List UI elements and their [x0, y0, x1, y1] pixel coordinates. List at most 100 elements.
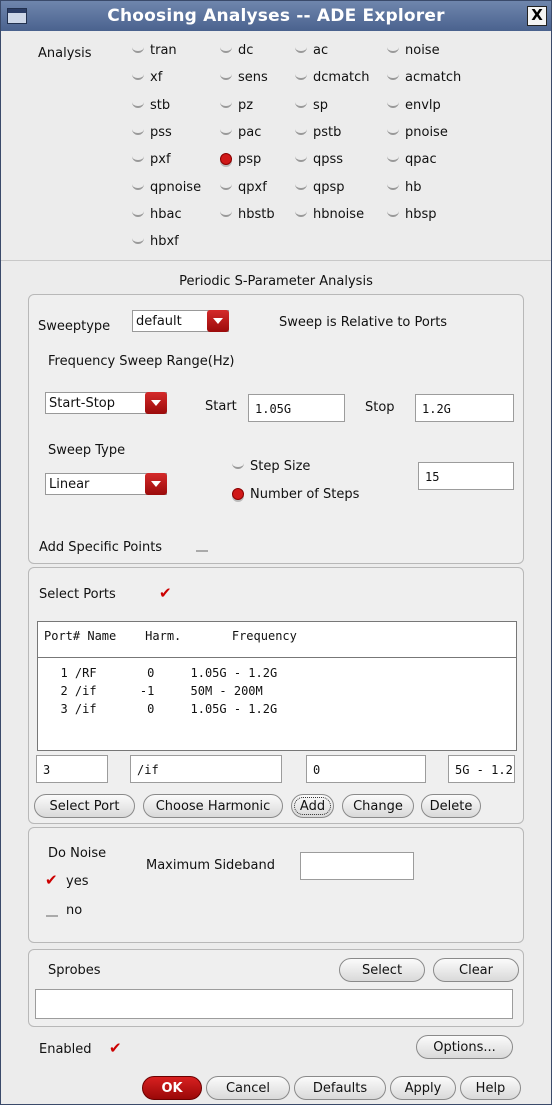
analysis-option-label: pnoise	[405, 125, 448, 140]
radio-off-icon	[387, 98, 399, 108]
analysis-radio-pxf[interactable]: pxf	[132, 152, 171, 170]
options-button[interactable]: Options...	[416, 1035, 513, 1059]
radio-off-icon	[387, 152, 399, 162]
title-bar[interactable]: Choosing Analyses -- ADE Explorer X	[1, 1, 551, 31]
sprobes-input[interactable]	[35, 989, 513, 1019]
analysis-radio-noise[interactable]: noise	[387, 43, 440, 61]
analysis-radio-pnoise[interactable]: pnoise	[387, 125, 448, 143]
radio-off-icon	[220, 180, 232, 190]
analysis-radio-qpxf[interactable]: qpxf	[220, 180, 267, 198]
radio-off-icon	[132, 98, 144, 108]
analysis-radio-qpnoise[interactable]: qpnoise	[132, 180, 201, 198]
analysis-option-label: envlp	[405, 98, 441, 113]
analysis-radio-hbnoise[interactable]: hbnoise	[295, 207, 364, 225]
select-ports-checkbox[interactable]: ✔	[159, 586, 172, 601]
sweeptype-combo[interactable]: default	[132, 310, 229, 332]
radio-off-icon	[132, 207, 144, 217]
max-sideband-label: Maximum Sideband	[146, 858, 276, 873]
radio-off-icon	[295, 70, 307, 80]
table-row[interactable]: 3 /if 0 1.05G - 1.2G	[46, 702, 277, 716]
checkbox-empty-icon	[46, 905, 58, 917]
add-points-checkbox[interactable]	[196, 540, 208, 552]
analysis-radio-sens[interactable]: sens	[220, 70, 268, 88]
analysis-radio-stb[interactable]: stb	[132, 98, 170, 116]
port-number-input[interactable]: 3	[36, 755, 108, 783]
chevron-down-icon	[145, 473, 167, 495]
analysis-radio-hbstb[interactable]: hbstb	[220, 207, 275, 225]
close-icon[interactable]: X	[527, 6, 547, 26]
radio-off-icon	[232, 459, 244, 469]
analysis-option-label: hbxf	[150, 234, 179, 249]
add-button[interactable]: Add	[291, 794, 334, 818]
sprobes-select-button[interactable]: Select	[339, 958, 425, 982]
change-button[interactable]: Change	[342, 794, 414, 818]
radio-off-icon	[220, 125, 232, 135]
analysis-radio-pss[interactable]: pss	[132, 125, 172, 143]
analysis-radio-sp[interactable]: sp	[295, 98, 328, 116]
sweeptype-label: Sweeptype	[38, 319, 111, 334]
sprobes-clear-button[interactable]: Clear	[433, 958, 519, 982]
analysis-option-label: qpss	[313, 152, 344, 167]
table-row[interactable]: 2 /if -1 50M - 200M	[46, 684, 262, 698]
defaults-button[interactable]: Defaults	[294, 1076, 386, 1100]
analysis-radio-pz[interactable]: pz	[220, 98, 253, 116]
range-mode-combo[interactable]: Start-Stop	[45, 392, 167, 414]
number-of-steps-radio[interactable]: Number of Steps	[232, 487, 359, 505]
analysis-option-label: pstb	[313, 125, 342, 140]
analysis-option-label: dcmatch	[313, 70, 370, 85]
radio-off-icon	[295, 207, 307, 217]
port-frequency-input[interactable]: 5G - 1.2	[448, 755, 515, 783]
analysis-radio-acmatch[interactable]: acmatch	[387, 70, 461, 88]
cancel-button[interactable]: Cancel	[206, 1076, 290, 1100]
freq-range-label: Frequency Sweep Range(Hz)	[48, 354, 235, 369]
start-input[interactable]: 1.05G	[248, 394, 345, 422]
analysis-radio-hb[interactable]: hb	[387, 180, 422, 198]
analysis-radio-pstb[interactable]: pstb	[295, 125, 341, 143]
port-harmonic-input[interactable]: 0	[306, 755, 426, 783]
analysis-radio-dcmatch[interactable]: dcmatch	[295, 70, 370, 88]
ok-button[interactable]: OK	[142, 1076, 202, 1100]
analysis-radio-xf[interactable]: xf	[132, 70, 162, 88]
sweep-frame	[28, 294, 524, 564]
analysis-option-label: sens	[238, 70, 268, 85]
table-row[interactable]: 1 /RF 0 1.05G - 1.2G	[46, 666, 277, 680]
sweep-type-combo[interactable]: Linear	[45, 473, 167, 495]
analysis-option-label: qpxf	[238, 180, 267, 195]
analysis-radio-qpsp[interactable]: qpsp	[295, 180, 345, 198]
analysis-radio-hbac[interactable]: hbac	[132, 207, 182, 225]
step-size-radio[interactable]: Step Size	[232, 459, 310, 477]
stop-input[interactable]: 1.2G	[415, 394, 514, 422]
analysis-option-label: pz	[238, 98, 254, 113]
analysis-option-label: hbac	[150, 207, 182, 222]
enabled-checkbox[interactable]: ✔	[109, 1041, 122, 1056]
analysis-option-label: ac	[313, 43, 329, 58]
chevron-down-icon	[145, 392, 167, 414]
radio-on-icon	[232, 487, 244, 500]
analysis-radio-dc[interactable]: dc	[220, 43, 253, 61]
radio-off-icon	[132, 234, 144, 244]
analysis-radio-hbsp[interactable]: hbsp	[387, 207, 437, 225]
analysis-radio-ac[interactable]: ac	[295, 43, 328, 61]
analysis-radio-hbxf[interactable]: hbxf	[132, 234, 179, 252]
check-icon: ✔	[45, 871, 58, 889]
choose-harmonic-button[interactable]: Choose Harmonic	[143, 794, 283, 818]
max-sideband-input[interactable]	[300, 852, 414, 880]
num-steps-input[interactable]: 15	[418, 462, 514, 490]
analysis-radio-qpac[interactable]: qpac	[387, 152, 437, 170]
analysis-radio-envlp[interactable]: envlp	[387, 98, 441, 116]
apply-button[interactable]: Apply	[390, 1076, 456, 1100]
port-name-input[interactable]: /if	[130, 755, 282, 783]
analysis-option-label: hb	[405, 180, 422, 195]
analysis-radio-tran[interactable]: tran	[132, 43, 177, 61]
analysis-radio-qpss[interactable]: qpss	[295, 152, 343, 170]
ports-table-body[interactable]: 1 /RF 0 1.05G - 1.2G 2 /if -1 50M - 200M…	[37, 657, 517, 751]
noise-no-checkbox[interactable]: no	[45, 903, 105, 921]
analysis-radio-pac[interactable]: pac	[220, 125, 261, 143]
help-button[interactable]: Help	[460, 1076, 521, 1100]
analysis-radio-psp[interactable]: psp	[220, 152, 261, 170]
radio-off-icon	[295, 152, 307, 162]
sweep-relative-note: Sweep is Relative to Ports	[279, 315, 448, 330]
delete-button[interactable]: Delete	[421, 794, 481, 818]
select-port-button[interactable]: Select Port	[34, 794, 135, 818]
noise-no-label: no	[66, 903, 83, 918]
